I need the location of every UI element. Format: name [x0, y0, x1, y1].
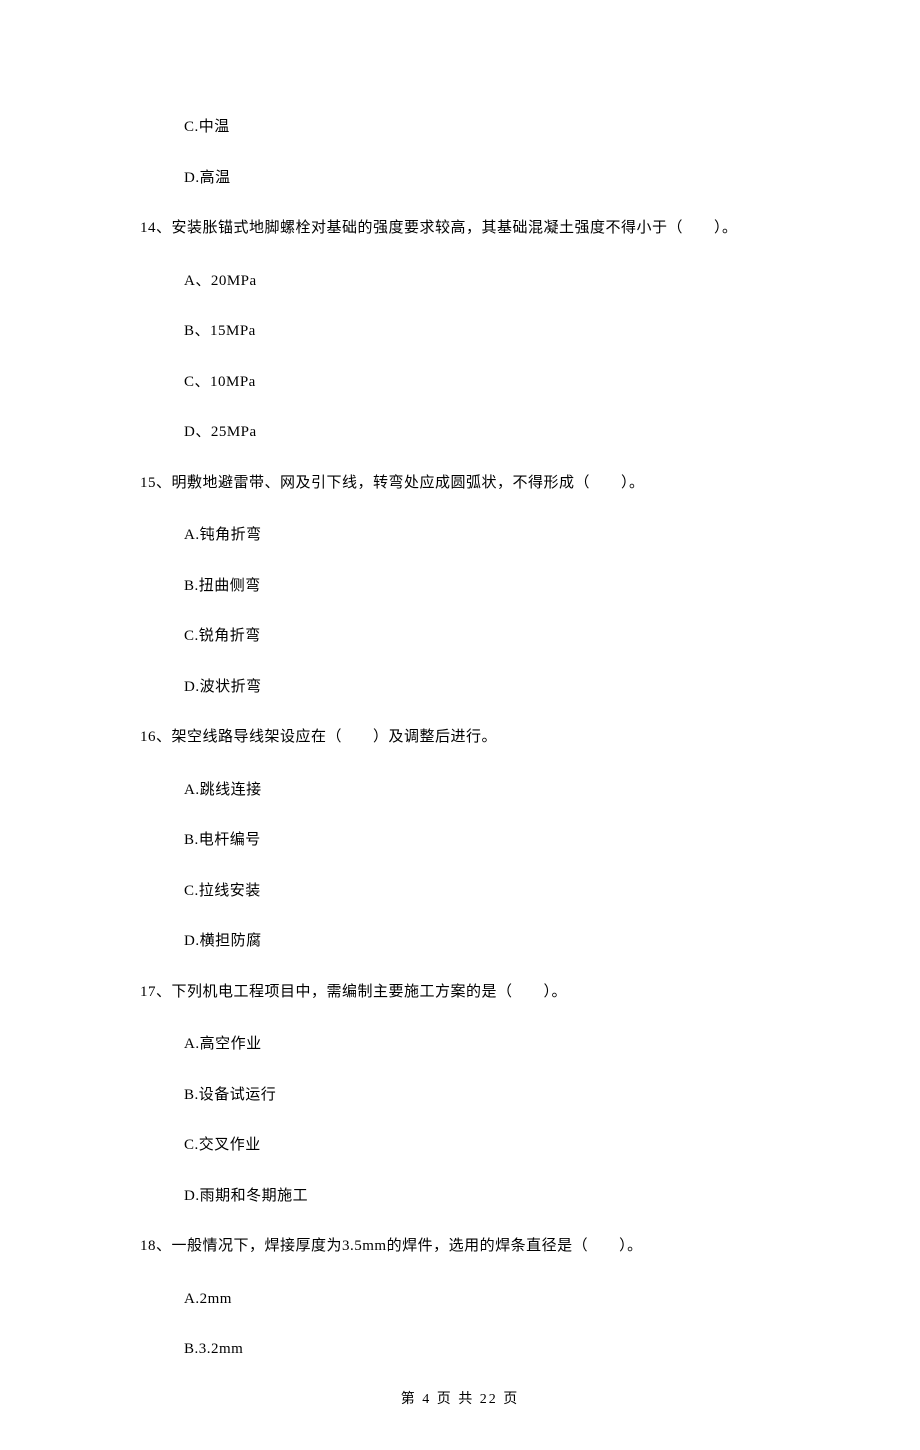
q17-option-a: A.高空作业 [184, 1033, 780, 1056]
prev-option-d: D.高温 [184, 167, 780, 190]
q14-option-d: D、25MPa [184, 421, 780, 444]
q17-option-d: D.雨期和冬期施工 [184, 1185, 780, 1208]
page-content: C.中温 D.高温 14、安装胀锚式地脚螺栓对基础的强度要求较高，其基础混凝土强… [0, 0, 920, 1450]
q15-option-b: B.扭曲侧弯 [184, 575, 780, 598]
q16-option-b: B.电杆编号 [184, 829, 780, 852]
q17-option-b: B.设备试运行 [184, 1084, 780, 1107]
q16-option-a: A.跳线连接 [184, 779, 780, 802]
q15-option-d: D.波状折弯 [184, 676, 780, 699]
q15-option-c: C.锐角折弯 [184, 625, 780, 648]
q14-option-c: C、10MPa [184, 371, 780, 394]
question-14: 14、安装胀锚式地脚螺栓对基础的强度要求较高，其基础混凝土强度不得小于（ ）。 [140, 217, 780, 240]
question-17: 17、下列机电工程项目中，需编制主要施工方案的是（ ）。 [140, 981, 780, 1004]
q18-option-a: A.2mm [184, 1288, 780, 1311]
q14-option-a: A、20MPa [184, 270, 780, 293]
page-footer: 第 4 页 共 22 页 [140, 1389, 780, 1410]
q14-option-b: B、15MPa [184, 320, 780, 343]
q15-option-a: A.钝角折弯 [184, 524, 780, 547]
question-16: 16、架空线路导线架设应在（ ）及调整后进行。 [140, 726, 780, 749]
question-18: 18、一般情况下，焊接厚度为3.5mm的焊件，选用的焊条直径是（ ）。 [140, 1235, 780, 1258]
q18-option-b: B.3.2mm [184, 1338, 780, 1361]
question-15: 15、明敷地避雷带、网及引下线，转弯处应成圆弧状，不得形成（ ）。 [140, 472, 780, 495]
prev-option-c: C.中温 [184, 116, 780, 139]
q17-option-c: C.交叉作业 [184, 1134, 780, 1157]
q16-option-d: D.横担防腐 [184, 930, 780, 953]
q16-option-c: C.拉线安装 [184, 880, 780, 903]
